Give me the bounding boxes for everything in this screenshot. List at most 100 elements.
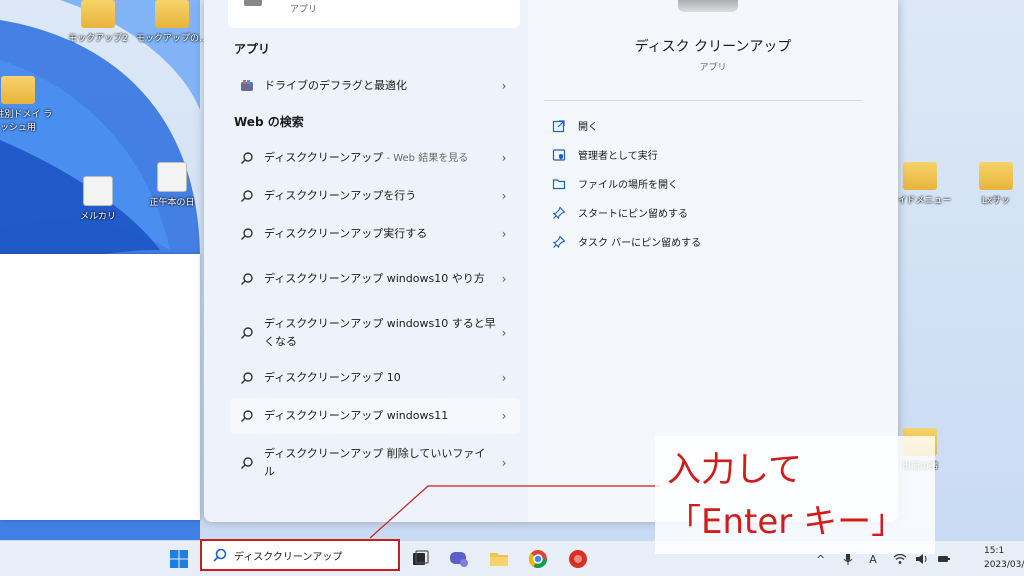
search-icon xyxy=(241,190,253,202)
desktop-icon-label: モックアップ2 xyxy=(68,34,128,44)
mic-icon[interactable] xyxy=(841,552,855,566)
search-icon xyxy=(241,410,253,422)
chevron-right-icon[interactable]: › xyxy=(496,409,512,423)
start-icon[interactable] xyxy=(168,548,190,570)
chevron-right-icon[interactable]: › xyxy=(496,227,512,241)
result-label: ドライブのデフラグと最適化 xyxy=(264,79,407,92)
action-open-file-location[interactable]: ファイルの場所を開く xyxy=(552,176,678,191)
pin-icon xyxy=(552,235,566,248)
best-match-card[interactable]: アプリ xyxy=(228,0,520,28)
web-result-item[interactable]: ディスククリーンアップ - Web 結果を見る › xyxy=(230,148,520,168)
search-input[interactable] xyxy=(234,549,394,561)
defrag-icon xyxy=(241,80,253,91)
best-match-type: アプリ xyxy=(290,5,318,15)
search-results-list: アプリ アプリ ドライブのデフラグと最適化 › Web の検索 ディスククリーン… xyxy=(204,0,528,522)
web-result-item[interactable]: ディスククリーンアップ windows11 › xyxy=(230,398,520,434)
chevron-right-icon[interactable]: › xyxy=(496,326,512,340)
desktop-icon[interactable]: メルカリ xyxy=(62,176,134,222)
pin-icon xyxy=(552,206,566,219)
desktop-icon-label: Lxサッ xyxy=(981,196,1011,206)
document-icon xyxy=(83,176,113,206)
web-result-text: ディスククリーンアップ - Web 結果を見る xyxy=(264,149,496,168)
folder-icon xyxy=(903,162,937,190)
divider xyxy=(544,100,862,101)
disk-cleanup-icon xyxy=(678,0,738,12)
search-icon xyxy=(213,548,227,562)
clock-date: 2023/03/2 xyxy=(984,560,1024,570)
shield-icon xyxy=(552,148,566,161)
wifi-icon[interactable] xyxy=(893,552,907,566)
web-result-label: ディスククリーンアップ windows11 xyxy=(264,409,449,422)
folder-icon xyxy=(552,178,566,189)
web-result-item[interactable]: ディスククリーンアップを行う › xyxy=(230,186,520,206)
web-result-label: ディスククリーンアップ xyxy=(264,150,384,164)
annotation-line-2: 「Enter キー」 xyxy=(667,502,906,542)
chevron-right-icon[interactable]: › xyxy=(496,371,512,385)
folder-icon xyxy=(155,0,189,28)
desktop-icon[interactable]: モックアップ2 xyxy=(62,0,134,44)
desktop-icon[interactable]: モックアップの… xyxy=(136,0,208,44)
web-result-label: ディスククリーンアップ 10 xyxy=(264,371,401,384)
action-open[interactable]: 開く xyxy=(552,118,598,133)
chevron-right-icon[interactable]: › xyxy=(496,79,512,93)
action-pin-to-start[interactable]: スタートにピン留めする xyxy=(552,205,688,220)
desktop-icon-label: メルカリ xyxy=(80,212,116,222)
desktop-icon-label: 正午本の日 xyxy=(149,198,195,208)
battery-icon[interactable] xyxy=(937,552,951,566)
web-result-label: ディスククリーンアップ実行する xyxy=(264,227,428,240)
desktop-icon-label: 1: 性別ドメイ ラッシュ用 xyxy=(0,110,53,133)
desktop-icon[interactable]: 正午本の日 xyxy=(136,162,208,208)
chevron-right-icon[interactable]: › xyxy=(496,272,512,286)
web-result-item[interactable]: ディスククリーンアップ windows10 すると早くなる › xyxy=(230,314,520,352)
disk-cleanup-icon xyxy=(244,0,262,6)
search-icon xyxy=(241,273,253,285)
action-pin-to-taskbar[interactable]: タスク バーにピン留めする xyxy=(552,234,701,249)
web-result-item[interactable]: ディスククリーンアップ実行する › xyxy=(230,224,520,244)
result-item-defrag[interactable]: ドライブのデフラグと最適化 › xyxy=(230,76,520,96)
chevron-right-icon[interactable]: › xyxy=(496,456,512,470)
web-result-item[interactable]: ディスククリーンアップ windows10 やり方 › xyxy=(230,260,520,298)
search-icon xyxy=(241,457,253,469)
folder-icon xyxy=(81,0,115,28)
file-explorer-icon[interactable] xyxy=(488,548,510,570)
action-label: 管理者として実行 xyxy=(578,151,658,162)
system-clock[interactable]: 15:1 2023/03/2 xyxy=(984,544,1024,572)
app-detail-subtitle: アプリ xyxy=(699,63,727,73)
show-hidden-icons-icon[interactable]: ^ xyxy=(816,553,825,566)
background-window[interactable] xyxy=(0,254,200,520)
section-header-web: Web の検索 xyxy=(234,115,304,129)
ime-indicator[interactable]: A xyxy=(869,553,877,566)
folder-icon xyxy=(1,76,35,104)
document-icon xyxy=(157,162,187,192)
chat-icon[interactable] xyxy=(448,548,470,570)
section-header-apps: アプリ xyxy=(234,42,271,56)
web-result-label: ディスククリーンアップ 削除していいファイル xyxy=(264,447,486,478)
clock-time: 15:1 xyxy=(984,546,1005,556)
web-result-item[interactable]: ディスククリーンアップ 削除していいファイル › xyxy=(230,444,520,482)
search-icon xyxy=(241,152,253,164)
folder-icon xyxy=(979,162,1013,190)
volume-icon[interactable] xyxy=(915,552,929,566)
web-result-label: ディスククリーンアップを行う xyxy=(264,189,417,202)
chrome-icon[interactable] xyxy=(527,548,549,570)
chevron-right-icon[interactable]: › xyxy=(496,151,512,165)
web-result-item[interactable]: ディスククリーンアップ 10 › xyxy=(230,368,520,388)
web-result-sub: - Web 結果を見る xyxy=(383,152,469,164)
app-detail-title: ディスク クリーンアップ xyxy=(634,39,792,55)
taskbar-search-box[interactable] xyxy=(200,539,400,571)
annotation-callout: 入力して 「Enter キー」 xyxy=(655,436,935,554)
action-label: スタートにピン留めする xyxy=(578,209,688,220)
search-icon xyxy=(241,327,253,339)
action-run-as-admin[interactable]: 管理者として実行 xyxy=(552,147,658,162)
annotation-line-1: 入力して xyxy=(667,450,802,490)
search-icon xyxy=(241,228,253,240)
desktop-icon-label: モックアップの… xyxy=(136,34,209,44)
task-view-icon[interactable] xyxy=(410,548,432,570)
app-icon[interactable] xyxy=(567,548,589,570)
chevron-right-icon[interactable]: › xyxy=(496,189,512,203)
open-icon xyxy=(552,119,565,132)
desktop-icon[interactable]: 1: 性別ドメイ ラッシュ用 xyxy=(0,76,54,133)
desktop-icon[interactable]: Lxサッ xyxy=(968,162,1024,206)
action-label: ファイルの場所を開く xyxy=(578,180,678,191)
action-label: タスク バーにピン留めする xyxy=(578,238,702,249)
